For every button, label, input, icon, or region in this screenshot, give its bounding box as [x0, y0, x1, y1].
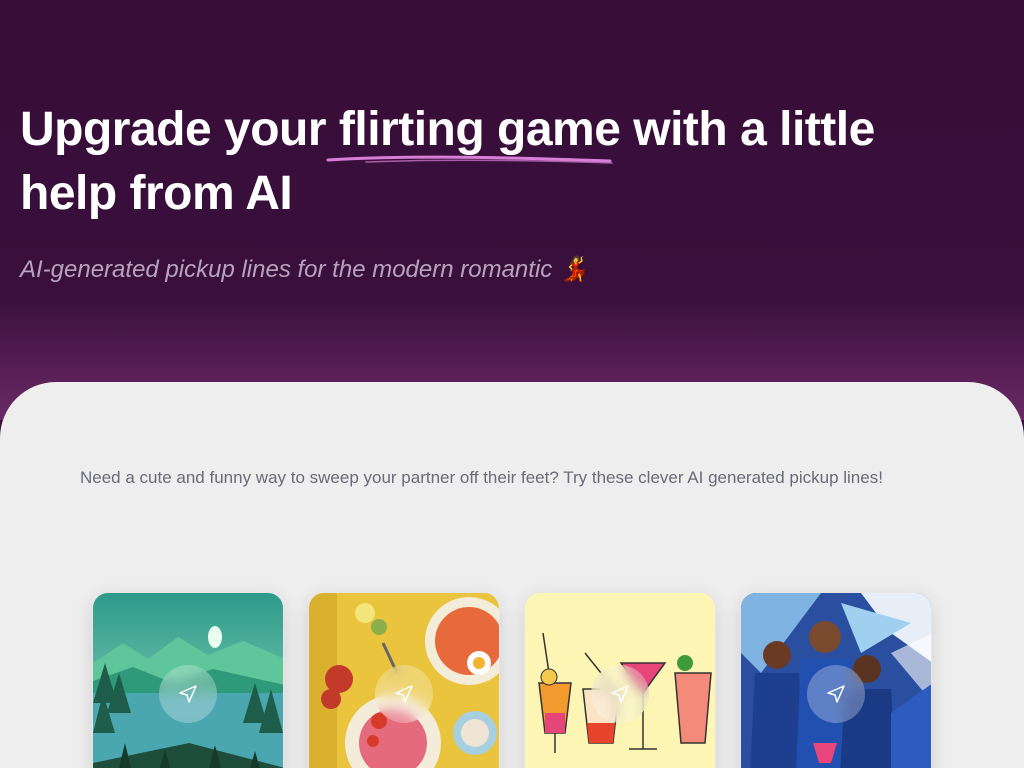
send-icon — [611, 685, 629, 703]
intro-text: Need a cute and funny way to sweep your … — [80, 468, 883, 487]
send-icon — [827, 685, 845, 703]
pickup-card-cocktails[interactable] — [524, 592, 716, 768]
pickup-card-cricket[interactable] — [740, 592, 932, 768]
send-button[interactable] — [375, 665, 433, 723]
send-icon — [395, 685, 413, 703]
hero-subtitle: AI-generated pickup lines for the modern… — [20, 256, 589, 283]
hero-section: Upgrade your flirting game with a little… — [0, 0, 1024, 420]
send-button[interactable] — [591, 665, 649, 723]
send-button[interactable] — [807, 665, 865, 723]
pickup-card-food[interactable] — [308, 592, 500, 768]
title-before: Upgrade your — [20, 103, 339, 156]
title-highlight: flirting game — [338, 103, 621, 156]
send-button[interactable] — [159, 665, 217, 723]
highlight-underline — [326, 155, 613, 164]
send-icon — [179, 685, 197, 703]
pickup-card-nature[interactable] — [92, 592, 284, 768]
